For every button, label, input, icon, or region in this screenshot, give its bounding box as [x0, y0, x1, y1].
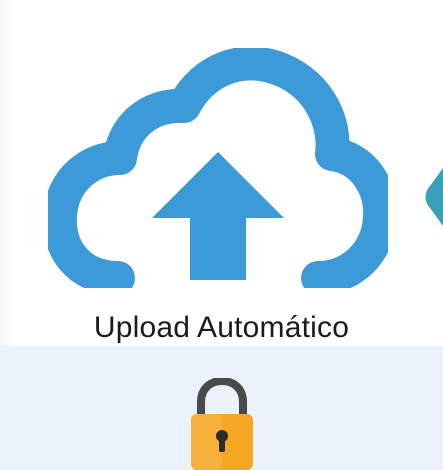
panel-edge	[0, 0, 14, 346]
chevron-left-icon[interactable]	[424, 168, 443, 226]
cloud-upload-icon	[48, 48, 388, 288]
lock-icon	[191, 378, 253, 470]
feature-panel: Upload Automático	[0, 0, 443, 346]
feature-caption: Upload Automático	[93, 311, 350, 344]
